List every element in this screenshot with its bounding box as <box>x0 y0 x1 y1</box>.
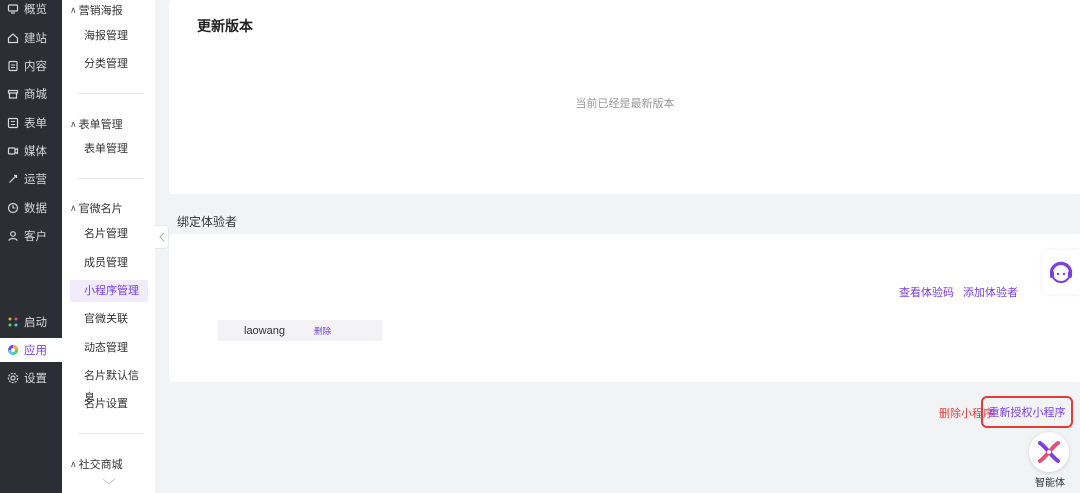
ai-agent-label: 智能体 <box>1035 478 1065 489</box>
nav-label: 表单 <box>24 118 47 130</box>
nav-label: 概览 <box>24 4 47 16</box>
divider <box>78 178 144 179</box>
tester-name: laowang <box>244 324 285 337</box>
nav-label: 建站 <box>24 33 47 45</box>
headset-icon <box>1049 261 1073 283</box>
sidebar-item-member-manage[interactable]: 成员管理 <box>70 252 148 274</box>
ai-agent-button[interactable] <box>1029 432 1069 472</box>
form-icon <box>6 117 19 130</box>
chevron-down-icon[interactable] <box>102 477 116 487</box>
group-marketing-poster[interactable]: ∧ 营销海报 <box>70 2 123 18</box>
launch-icon <box>6 316 19 329</box>
delete-tester-link[interactable]: 删除 <box>314 325 331 337</box>
user-icon <box>6 230 19 243</box>
operate-icon <box>6 173 19 186</box>
nav-item-launch[interactable]: 启动 <box>0 310 62 334</box>
overview-icon <box>6 3 19 16</box>
add-tester-link[interactable]: 添加体验者 <box>963 284 1018 300</box>
sidebar-item-official-link[interactable]: 官微关联 <box>70 308 148 330</box>
group-form-manage[interactable]: ∧ 表单管理 <box>70 116 123 132</box>
gear-icon <box>6 372 19 385</box>
nav-label: 数据 <box>24 203 47 215</box>
nav-item-site[interactable]: 建站 <box>0 26 62 50</box>
nav-label: 媒体 <box>24 146 47 158</box>
nav-item-form[interactable]: 表单 <box>0 111 62 135</box>
data-icon <box>6 202 19 215</box>
testers-section-title: 绑定体验者 <box>177 215 238 229</box>
nav-label: 设置 <box>24 373 47 385</box>
agent-logo-icon <box>1038 441 1060 463</box>
nav-item-content[interactable]: 内容 <box>0 54 62 78</box>
customer-service-button[interactable] <box>1042 250 1080 294</box>
main-nav: 概览 建站 内容 商城 表单 媒体 运营 数据 客户 启动 应用 设置 <box>0 0 62 493</box>
document-icon <box>6 60 19 73</box>
tester-row: laowang 删除 <box>218 320 382 341</box>
nav-item-settings[interactable]: 设置 <box>0 366 62 390</box>
view-trial-code-link[interactable]: 查看体验码 <box>899 284 954 300</box>
chevron-up-icon: ∧ <box>70 118 77 129</box>
nav-item-shop[interactable]: 商城 <box>0 82 62 106</box>
nav-item-media[interactable]: 媒体 <box>0 139 62 163</box>
sidebar-item-poster-manage[interactable]: 海报管理 <box>70 25 148 47</box>
reauthorize-miniprogram-button[interactable]: 重新授权小程序 <box>981 396 1073 428</box>
sidebar-item-card-manage[interactable]: 名片管理 <box>70 223 148 245</box>
secondary-sidebar: ∧ 营销海报 海报管理 分类管理 ∧ 表单管理 表单管理 ∧ 官微名片 名片管理 成员… <box>62 0 155 493</box>
shop-icon <box>6 88 19 101</box>
group-card[interactable]: ∧ 官微名片 <box>70 200 123 216</box>
collapse-sidebar-button[interactable] <box>155 225 169 249</box>
nav-item-apps[interactable]: 应用 <box>0 338 62 362</box>
latest-version-text: 当前已经是最新版本 <box>575 98 675 110</box>
sidebar-item-category-manage[interactable]: 分类管理 <box>70 53 148 75</box>
chevron-up-icon: ∧ <box>70 4 77 15</box>
divider <box>78 433 144 434</box>
home-icon <box>6 32 19 45</box>
nav-item-customer[interactable]: 客户 <box>0 224 62 248</box>
chevron-left-icon <box>158 232 164 242</box>
nav-item-data[interactable]: 数据 <box>0 196 62 220</box>
testers-actions: 查看体验码 添加体验者 <box>899 284 1018 300</box>
nav-label: 运营 <box>24 174 47 186</box>
sidebar-item-card-settings[interactable]: 名片设置 <box>70 393 148 415</box>
nav-label: 内容 <box>24 61 47 73</box>
nav-label: 商城 <box>24 89 47 101</box>
sidebar-item-feed-manage[interactable]: 动态管理 <box>70 337 148 359</box>
update-version-title: 更新版本 <box>197 18 253 34</box>
nav-item-overview[interactable]: 概览 <box>0 0 62 21</box>
group-social-shop[interactable]: ∧ 社交商城 <box>70 456 123 472</box>
nav-label: 客户 <box>24 231 47 243</box>
nav-label: 应用 <box>24 345 47 357</box>
chevron-up-icon: ∧ <box>70 202 77 213</box>
apps-icon <box>6 344 19 357</box>
sidebar-item-miniprogram-manage[interactable]: 小程序管理 <box>70 280 148 302</box>
update-version-card: 更新版本 当前已经是最新版本 <box>169 0 1080 194</box>
sidebar-item-form-manage[interactable]: 表单管理 <box>70 138 148 160</box>
nav-item-operate[interactable]: 运营 <box>0 167 62 191</box>
chevron-up-icon: ∧ <box>70 458 77 469</box>
sidebar-item-card-default-info[interactable]: 名片默认信息 <box>70 365 148 404</box>
testers-card: 查看体验码 添加体验者 laowang 删除 <box>169 234 1080 382</box>
video-icon <box>6 145 19 158</box>
nav-label: 启动 <box>24 317 47 329</box>
divider <box>78 93 144 94</box>
